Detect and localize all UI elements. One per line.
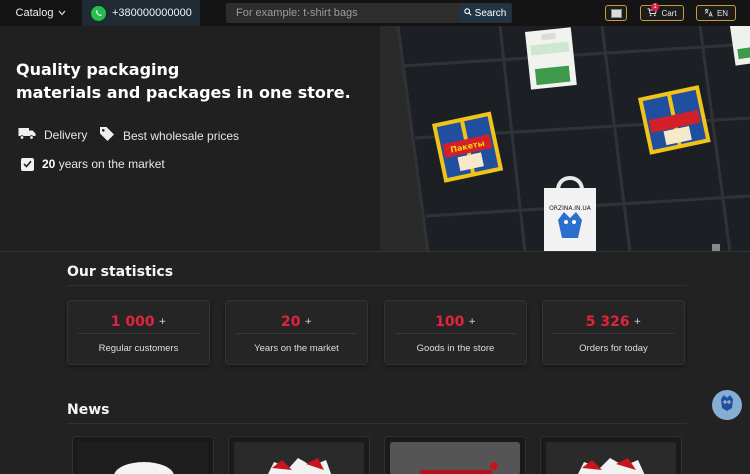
- chevron-down-icon: [58, 7, 66, 19]
- stat-card: 5 326 + Orders for today: [542, 300, 685, 365]
- feature-prices-label: Best wholesale prices: [123, 128, 240, 143]
- phone-link[interactable]: +380000000000: [82, 0, 200, 26]
- stat-card: 100 + Goods in the store: [384, 300, 527, 365]
- stat-card: 1 000 + Regular customers: [67, 300, 210, 365]
- statistics-title: Our statistics: [67, 264, 174, 280]
- phone-number: +380000000000: [112, 7, 192, 19]
- stat-divider: [78, 333, 199, 334]
- hero-title: Quality packaging materials and packages…: [16, 58, 376, 104]
- stat-card: 20 + Years on the market: [225, 300, 368, 365]
- feature-years: 20 years on the market: [21, 157, 165, 171]
- tag-icon: [99, 126, 115, 145]
- mascot-icon: [717, 393, 737, 418]
- check-icon: [21, 157, 34, 171]
- hero-banner: Quality packaging materials and packages…: [0, 26, 750, 252]
- cart-count-badge: 1: [651, 3, 659, 11]
- translate-icon: [704, 8, 713, 19]
- hero-title-line2: materials and packages in one store.: [16, 83, 351, 102]
- years-number: 20: [42, 157, 56, 171]
- stat-label: Years on the market: [254, 343, 339, 354]
- stat-value: 20 +: [280, 314, 313, 330]
- news-card[interactable]: [384, 436, 526, 474]
- years-text: years on the market: [55, 157, 165, 171]
- news-image: [234, 442, 364, 474]
- hero-title-line1: Quality packaging: [16, 60, 180, 79]
- search-bar: Search: [226, 3, 512, 23]
- search-icon: [463, 7, 472, 19]
- news-image: [546, 442, 676, 474]
- hero-product-image: Пакеты ORZINA.IN.UA: [380, 26, 750, 251]
- catalog-label: Catalog: [15, 7, 54, 19]
- statistics-divider: [67, 285, 687, 286]
- catalog-button[interactable]: Catalog: [0, 0, 82, 26]
- image-button[interactable]: [605, 5, 627, 21]
- news-image: [390, 442, 520, 474]
- stat-divider: [236, 333, 357, 334]
- bag-label: ORZINA.IN.UA: [549, 205, 592, 212]
- stat-divider: [395, 333, 516, 334]
- news-image: [78, 442, 208, 474]
- stat-value: 100 +: [435, 314, 476, 330]
- stat-value: 5 326 +: [585, 314, 642, 330]
- cart-label: Cart: [661, 8, 677, 18]
- search-button-label: Search: [474, 7, 507, 19]
- top-header: Catalog +380000000000 Search 1 Cart E: [0, 0, 750, 26]
- stat-label: Orders for today: [579, 343, 648, 354]
- stat-label: Regular customers: [98, 343, 179, 354]
- search-button[interactable]: Search: [459, 4, 511, 22]
- feature-delivery-label: Delivery: [44, 127, 88, 142]
- whatsapp-icon: [91, 5, 106, 21]
- stat-value: 1 000 +: [110, 314, 167, 330]
- feature-years-label: 20 years on the market: [42, 157, 165, 171]
- language-switcher[interactable]: EN: [696, 5, 736, 21]
- image-icon: [610, 8, 622, 18]
- search-input[interactable]: [226, 3, 460, 23]
- stat-divider: [553, 333, 674, 334]
- news-title: News: [67, 402, 110, 418]
- news-card[interactable]: [228, 436, 370, 474]
- cart-button[interactable]: 1 Cart: [640, 3, 684, 21]
- stat-label: Goods in the store: [416, 343, 495, 354]
- news-card[interactable]: [72, 436, 214, 474]
- news-divider: [67, 423, 687, 424]
- chat-mascot-button[interactable]: [712, 390, 742, 420]
- feature-delivery: Delivery: [18, 126, 87, 143]
- news-card[interactable]: [540, 436, 682, 474]
- language-label: EN: [716, 8, 729, 18]
- truck-icon: [18, 126, 36, 143]
- feature-prices: Best wholesale prices: [99, 126, 239, 145]
